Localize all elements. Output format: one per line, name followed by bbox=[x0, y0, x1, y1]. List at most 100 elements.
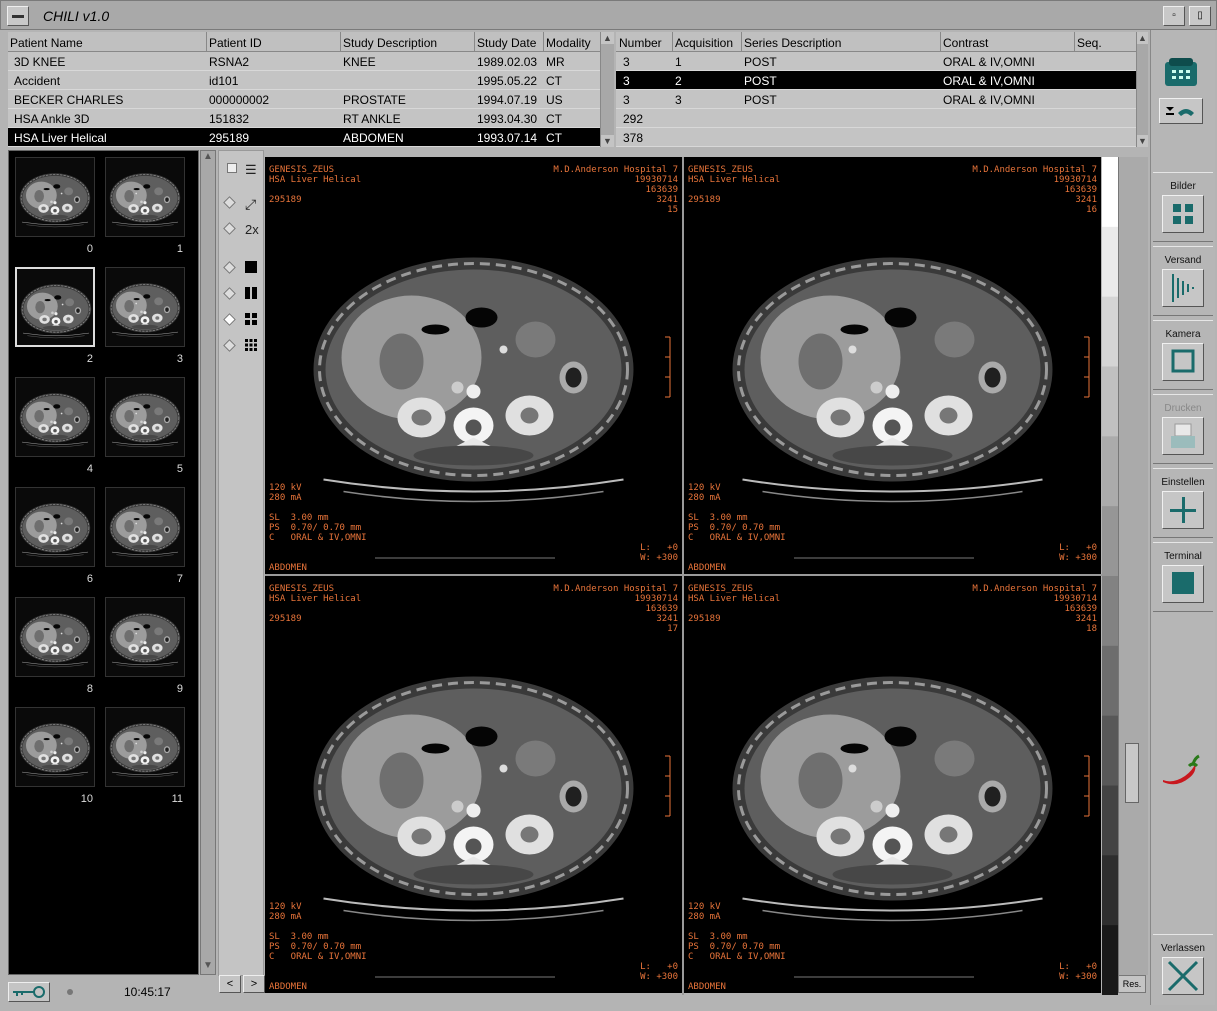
radio-diamond-icon[interactable] bbox=[223, 287, 236, 300]
col-series-description[interactable]: Series Description bbox=[744, 36, 841, 50]
thumbnail-scrollbar[interactable]: ▲ ▼ bbox=[200, 150, 216, 975]
layout-2x2-tool[interactable] bbox=[223, 310, 261, 332]
verlassen-label: Verlassen bbox=[1161, 943, 1205, 954]
table-row[interactable]: Accident id101 1995.05.22 CT bbox=[8, 71, 600, 90]
thumbnail-4[interactable] bbox=[15, 377, 95, 457]
fit-tool[interactable]: ⤢ bbox=[223, 193, 261, 215]
overlay-top-right: M.D.Anderson Hospital 7 19930714 163639 … bbox=[972, 165, 1097, 215]
patient-table: Patient Name Patient ID Study Descriptio… bbox=[8, 32, 600, 147]
thumbnail-10[interactable] bbox=[15, 707, 95, 787]
overlay-region: ABDOMEN bbox=[688, 563, 726, 573]
phone-icon[interactable] bbox=[1159, 56, 1203, 90]
thumbnail-0[interactable] bbox=[15, 157, 95, 237]
table-row[interactable]: 378 bbox=[616, 128, 1136, 147]
overlay-bottom-left: 120 kV 280 mA SL 3.00 mm PS 0.70/ 0.70 m… bbox=[269, 902, 367, 962]
einstellen-button[interactable]: Einstellen bbox=[1153, 468, 1213, 538]
thumbnail-2[interactable] bbox=[15, 267, 95, 347]
overlay-top-right: M.D.Anderson Hospital 7 19930714 163639 … bbox=[553, 584, 678, 634]
image-viewport[interactable]: GENESIS_ZEUS HSA Liver Helical 295189 M.D… bbox=[684, 157, 1101, 574]
series-table-scrollbar[interactable]: ▲ ▼ bbox=[1136, 32, 1148, 147]
scroll-up-icon[interactable]: ▲ bbox=[202, 151, 214, 165]
scroll-down-icon[interactable]: ▼ bbox=[202, 960, 214, 974]
col-study-date[interactable]: Study Date bbox=[477, 36, 536, 50]
thumbnail-11[interactable] bbox=[105, 707, 185, 787]
overlay-window-level: L: +0 W: +300 bbox=[640, 543, 678, 563]
table-row[interactable]: HSA Liver Helical 295189 ABDOMEN 1993.07.14… bbox=[8, 128, 600, 147]
drucken-button[interactable]: Drucken bbox=[1153, 394, 1213, 464]
col-modality[interactable]: Modality bbox=[546, 36, 591, 50]
col-patient-id[interactable]: Patient ID bbox=[209, 36, 262, 50]
viewport-divider bbox=[682, 157, 684, 995]
thumbnail-5[interactable] bbox=[105, 377, 185, 457]
overlay-top-left: GENESIS_ZEUS HSA Liver Helical 295189 bbox=[269, 165, 362, 205]
thumbnail-7[interactable] bbox=[105, 487, 185, 567]
key-button[interactable] bbox=[8, 982, 50, 1002]
table-cell: MR bbox=[546, 55, 565, 69]
scroll-up-icon[interactable]: ▲ bbox=[1137, 32, 1148, 44]
layout-3x3-tool[interactable] bbox=[223, 336, 261, 358]
radio-diamond-icon[interactable] bbox=[223, 222, 236, 235]
col-patient-name[interactable]: Patient Name bbox=[10, 36, 83, 50]
table-row[interactable]: 3 2 POST ORAL & IV,OMNI bbox=[616, 71, 1136, 90]
table-row[interactable]: HSA Ankle 3D 151832 RT ANKLE 1993.04.30 CT bbox=[8, 109, 600, 128]
table-row[interactable]: 292 bbox=[616, 109, 1136, 128]
thumbnail-1[interactable] bbox=[105, 157, 185, 237]
prev-image-button[interactable]: < bbox=[219, 975, 241, 993]
scroll-up-icon[interactable]: ▲ bbox=[601, 32, 614, 44]
col-seq[interactable]: Seq. bbox=[1077, 36, 1102, 50]
col-contrast[interactable]: Contrast bbox=[943, 36, 988, 50]
radio-diamond-icon[interactable] bbox=[223, 261, 236, 274]
verlassen-button[interactable]: Verlassen bbox=[1153, 934, 1213, 1004]
thumbnail-number: 10 bbox=[80, 793, 93, 805]
thumbnail-number: 0 bbox=[86, 243, 93, 255]
thumbnail-8[interactable] bbox=[15, 597, 95, 677]
annotation-tool[interactable]: ☰ bbox=[223, 159, 261, 181]
radio-diamond-icon[interactable] bbox=[223, 339, 236, 352]
hangup-button[interactable] bbox=[1159, 98, 1203, 124]
viewport-divider bbox=[265, 574, 1102, 576]
scroll-down-icon[interactable]: ▼ bbox=[601, 135, 614, 147]
image-scrollbar[interactable] bbox=[1118, 157, 1148, 975]
window-menu-button[interactable] bbox=[7, 6, 29, 26]
col-number[interactable]: Number bbox=[619, 36, 662, 50]
table-cell: KNEE bbox=[343, 55, 376, 69]
patient-table-scrollbar[interactable]: ▲ ▼ bbox=[600, 32, 614, 147]
terminal-button[interactable]: Terminal bbox=[1153, 542, 1213, 612]
table-row[interactable]: BECKER CHARLES 000000002 PROSTATE 1994.07.1… bbox=[8, 90, 600, 109]
table-cell: POST bbox=[744, 55, 777, 69]
thumbnail-number: 1 bbox=[176, 243, 183, 255]
table-row[interactable]: 3D KNEE RSNA2 KNEE 1989.02.03 MR bbox=[8, 52, 600, 71]
thumbnail-9[interactable] bbox=[105, 597, 185, 677]
radio-diamond-icon[interactable] bbox=[223, 196, 236, 209]
table-cell: Accident bbox=[14, 74, 61, 88]
image-viewport[interactable]: GENESIS_ZEUS HSA Liver Helical 295189 M.D… bbox=[684, 576, 1101, 993]
maximize-button[interactable]: ▯ bbox=[1189, 6, 1211, 26]
layout-1x1-tool[interactable] bbox=[223, 258, 261, 280]
minimize-button[interactable]: ▫ bbox=[1163, 6, 1185, 26]
thumbnail-3[interactable] bbox=[105, 267, 185, 347]
scroll-down-icon[interactable]: ▼ bbox=[1137, 135, 1148, 147]
bilder-button[interactable]: Bilder bbox=[1153, 172, 1213, 242]
reset-button[interactable]: Res. bbox=[1118, 975, 1146, 993]
next-image-button[interactable]: > bbox=[243, 975, 265, 993]
image-viewport[interactable]: GENESIS_ZEUS HSA Liver Helical 295189 M.D… bbox=[265, 157, 682, 574]
status-indicator-icon bbox=[67, 989, 73, 995]
col-study-description[interactable]: Study Description bbox=[343, 36, 437, 50]
table-row[interactable]: 3 1 POST ORAL & IV,OMNI bbox=[616, 52, 1136, 71]
table-cell: 1993.07.14 bbox=[477, 131, 538, 145]
right-sidebar: Bilder Versand Kamera Drucken Einstellen… bbox=[1150, 30, 1215, 1005]
col-acquisition[interactable]: Acquisition bbox=[675, 36, 733, 50]
ct-thumbnail-image bbox=[109, 503, 181, 558]
radio-diamond-selected-icon[interactable] bbox=[223, 313, 236, 326]
image-viewport[interactable]: GENESIS_ZEUS HSA Liver Helical 295189 M.D… bbox=[265, 576, 682, 993]
versand-button[interactable]: Versand bbox=[1153, 246, 1213, 316]
checkbox-icon[interactable] bbox=[227, 163, 237, 173]
scrollbar-thumb[interactable] bbox=[1125, 743, 1139, 803]
zoom-2x-tool[interactable]: 2x bbox=[223, 219, 261, 241]
layout-1x2-tool[interactable] bbox=[223, 284, 261, 306]
ct-thumbnail-image bbox=[19, 723, 91, 778]
overlay-top-right: M.D.Anderson Hospital 7 19930714 163639 … bbox=[972, 584, 1097, 634]
table-row[interactable]: 3 3 POST ORAL & IV,OMNI bbox=[616, 90, 1136, 109]
thumbnail-6[interactable] bbox=[15, 487, 95, 567]
kamera-button[interactable]: Kamera bbox=[1153, 320, 1213, 390]
